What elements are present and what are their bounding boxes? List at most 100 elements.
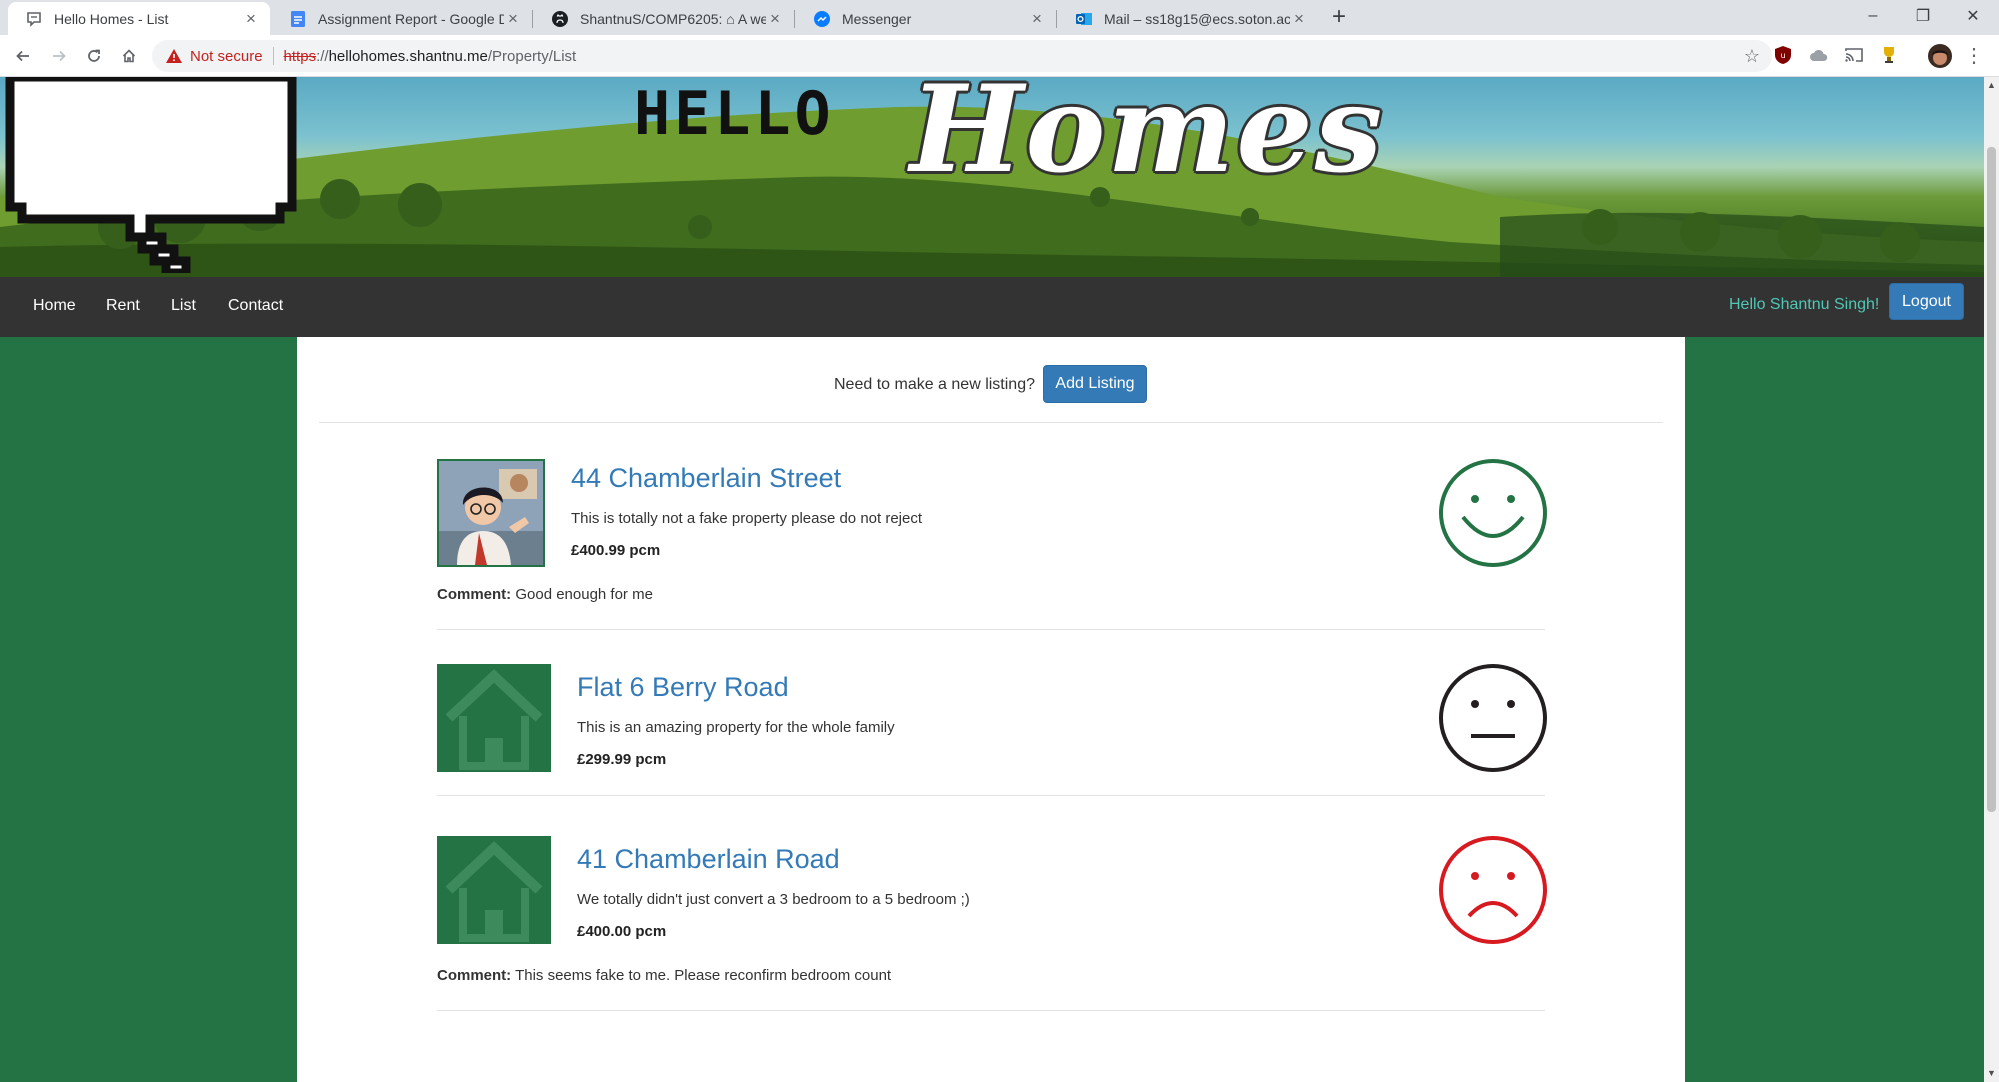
main-content: Need to make a new listing? Add Listing (297, 337, 1685, 1082)
reload-button[interactable] (79, 41, 109, 71)
tab-divider (1056, 10, 1057, 28)
listing-comment: Comment: Good enough for me (437, 586, 653, 603)
close-tab-icon[interactable]: × (1290, 9, 1308, 28)
github-icon (552, 10, 568, 27)
nav-link-list[interactable]: List (171, 297, 196, 315)
comment-text: Good enough for me (515, 586, 653, 603)
listing-divider (437, 795, 1545, 796)
arrow-right-icon (53, 50, 66, 62)
browser-menu-button[interactable]: ⋮ (1964, 43, 1984, 69)
listing-title-link[interactable]: 44 Chamberlain Street (571, 463, 841, 494)
property-photo-placeholder[interactable] (437, 664, 551, 772)
user-greeting[interactable]: Hello Shantnu Singh! (1729, 296, 1879, 314)
new-tab-button[interactable]: + (1326, 5, 1352, 31)
site-banner: HELLO Homes (0, 77, 1984, 277)
site-navbar: Home Rent List Contact Hello Shantnu Sin… (0, 277, 1984, 337)
browser-toolbar: Not secure https://hellohomes.shantnu.me… (0, 35, 1999, 77)
listing-title-link[interactable]: Flat 6 Berry Road (577, 672, 789, 703)
house-placeholder-icon (445, 841, 543, 942)
ublock-extension-icon[interactable]: u (1772, 44, 1794, 66)
banner-brand-word: Homes (910, 77, 1385, 200)
home-button[interactable] (114, 41, 144, 71)
tab-label: ShantnuS/COMP6205: ⌂ A web (580, 10, 766, 27)
close-tab-icon[interactable]: × (242, 9, 260, 28)
outlook-icon (1076, 11, 1092, 27)
comment-text: This seems fake to me. Please reconfirm … (515, 967, 892, 984)
nav-link-rent[interactable]: Rent (106, 297, 140, 315)
close-window-button[interactable]: ✕ (1950, 0, 1996, 32)
house-placeholder-icon (445, 669, 543, 770)
not-secure-label[interactable]: Not secure (190, 48, 263, 65)
tab-label: Assignment Report - Google Doc (318, 10, 504, 27)
reload-icon (88, 49, 100, 62)
property-photo-placeholder[interactable] (437, 836, 551, 944)
url-separator: :// (316, 47, 329, 65)
omnibox-divider (272, 47, 274, 65)
back-button[interactable] (8, 41, 38, 71)
restore-window-button[interactable]: ❐ (1900, 0, 1946, 32)
listing-price: £299.99 pcm (577, 751, 667, 768)
neutral-face-icon (1437, 662, 1549, 774)
listing-divider (437, 629, 1545, 630)
listing-divider (437, 1010, 1545, 1011)
add-listing-prompt: Need to make a new listing? (834, 376, 1035, 393)
speech-bubble-logo (5, 77, 297, 273)
property-photo[interactable] (437, 459, 545, 567)
listing-description: This is totally not a fake property plea… (571, 510, 923, 527)
cast-icon[interactable] (1843, 44, 1865, 66)
bookmark-star-icon[interactable]: ☆ (1744, 46, 1760, 67)
tab-assignment-report[interactable]: Assignment Report - Google Doc × (272, 2, 532, 35)
svg-text:u: u (1780, 51, 1785, 60)
scroll-up-arrow-icon[interactable]: ▲ (1986, 79, 1997, 91)
close-tab-icon[interactable]: × (766, 9, 784, 28)
anime-character-image (439, 461, 543, 565)
url-path: /Property/List (487, 47, 577, 65)
forward-button[interactable] (44, 41, 74, 71)
browser-tab-strip: Hello Homes - List × Assignment Report -… (0, 0, 1999, 35)
trophy-extension-icon[interactable] (1878, 44, 1900, 66)
address-bar[interactable]: Not secure https://hellohomes.shantnu.me… (152, 40, 1772, 72)
close-tab-icon[interactable]: × (1028, 9, 1046, 28)
home-icon (122, 49, 136, 63)
nav-link-contact[interactable]: Contact (228, 297, 283, 315)
tab-messenger[interactable]: Messenger × (796, 2, 1056, 35)
comment-label: Comment: (437, 586, 512, 603)
sad-face-icon (1437, 834, 1549, 946)
tab-github-repo[interactable]: ShantnuS/COMP6205: ⌂ A web × (534, 2, 794, 35)
happy-face-icon (1437, 457, 1549, 569)
google-docs-icon (290, 10, 306, 27)
minimize-window-button[interactable]: – (1850, 0, 1896, 32)
tab-label: Messenger (842, 10, 912, 27)
logout-button[interactable]: Logout (1889, 283, 1964, 320)
url-host: hellohomes.shantnu.me (328, 47, 488, 65)
tab-divider (794, 10, 795, 28)
url-scheme: https (283, 47, 317, 65)
tab-label: Mail – ss18g15@ecs.soton.ac.uk (1104, 10, 1290, 27)
add-listing-button[interactable]: Add Listing (1043, 365, 1147, 403)
listing-comment: Comment: This seems fake to me. Please r… (437, 967, 891, 984)
scroll-down-arrow-icon[interactable]: ▼ (1986, 1067, 1997, 1079)
listing-price: £400.99 pcm (571, 542, 661, 559)
messenger-icon (814, 10, 830, 27)
listing-item: Flat 6 Berry Road This is an amazing pro… (437, 664, 1547, 804)
tab-label: Hello Homes - List (54, 10, 169, 27)
tab-hello-homes[interactable]: Hello Homes - List × (8, 2, 270, 35)
listing-item: 41 Chamberlain Road We totally didn't ju… (437, 836, 1547, 1016)
listing-description: We totally didn't just convert a 3 bedro… (577, 891, 970, 908)
page-viewport: HELLO Homes Home Rent List Contact Hello… (0, 77, 1984, 1082)
nav-link-home[interactable]: Home (33, 297, 76, 315)
tab-outlook-mail[interactable]: Mail – ss18g15@ecs.soton.ac.uk × (1058, 2, 1318, 35)
warning-icon (166, 48, 182, 64)
tab-divider (532, 10, 533, 28)
page-scrollbar[interactable]: ▲ ▼ (1984, 77, 1999, 1082)
banner-bubble-text: HELLO (634, 79, 835, 149)
listing-title-link[interactable]: 41 Chamberlain Road (577, 844, 840, 875)
profile-avatar[interactable] (1928, 44, 1952, 68)
listing-description: This is an amazing property for the whol… (577, 719, 895, 736)
arrow-left-icon (16, 50, 29, 62)
listing-item: 44 Chamberlain Street This is totally no… (437, 459, 1547, 639)
cloud-extension-icon[interactable] (1808, 44, 1830, 66)
comment-label: Comment: (437, 967, 512, 984)
close-tab-icon[interactable]: × (504, 9, 522, 28)
scrollbar-thumb[interactable] (1987, 147, 1996, 812)
